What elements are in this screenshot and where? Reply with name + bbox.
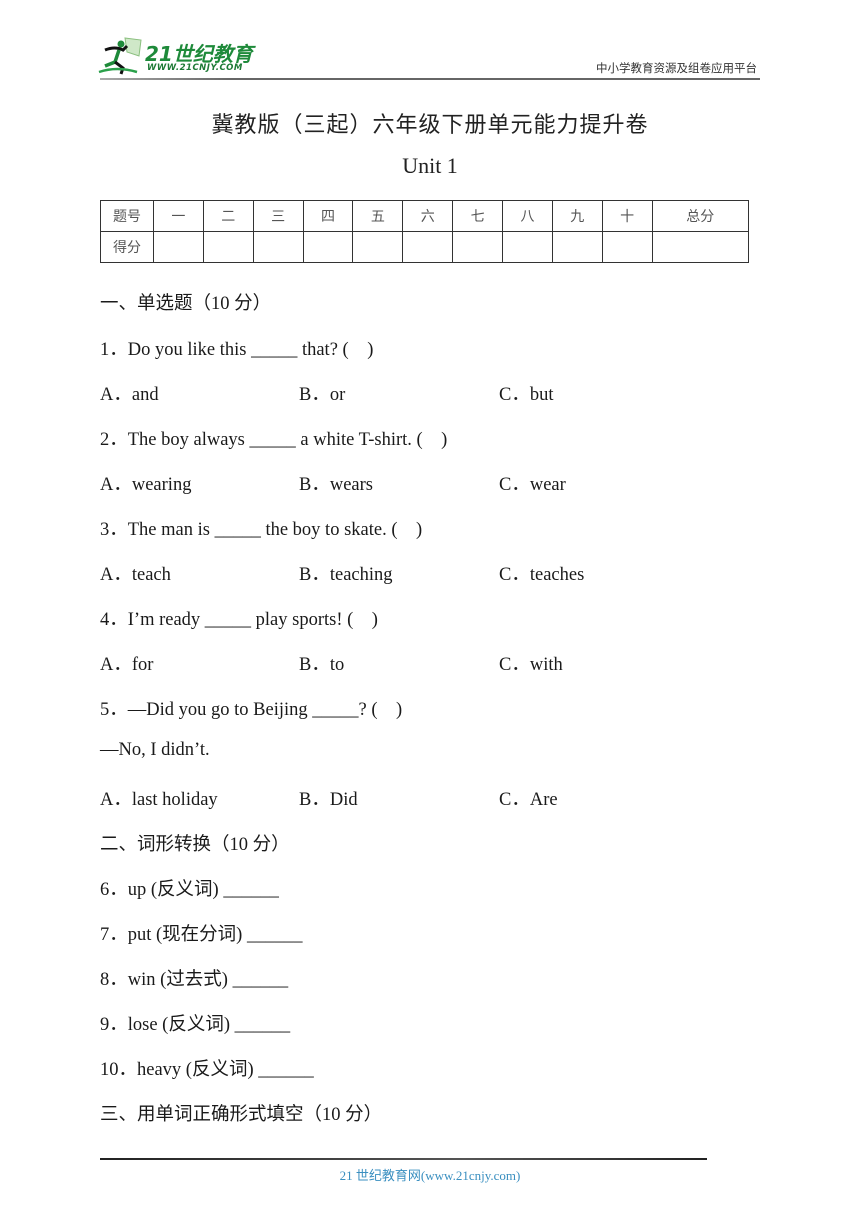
question-text: 7．put (现在分词) ______ [100, 925, 303, 945]
score-table-col: 十 [601, 200, 653, 232]
option-c: C．with [499, 655, 563, 675]
option-b: B．teaching [299, 565, 393, 585]
score-table-col: 七 [452, 200, 504, 232]
score-cell [601, 231, 653, 263]
question-text: 3．The man is _____ the boy to skate. ( ) [100, 520, 423, 540]
score-cell [202, 231, 254, 263]
page-subtitle: Unit 1 [402, 153, 458, 178]
question-text: 2．The boy always _____ a white T-shirt. … [100, 430, 448, 450]
score-table-header-row: 题号 一 二 三 四 五 六 七 八 九 十 总分 [100, 200, 750, 232]
header-divider [100, 78, 760, 80]
question-text: 1．Do you like this _____ that? ( ) [100, 340, 374, 360]
question-text: 5．—Did you go to Beijing _____? ( ) [100, 700, 403, 720]
score-table-col: 九 [551, 200, 603, 232]
page-title: 冀教版（三起）六年级下册单元能力提升卷 [211, 112, 649, 137]
question-text: 9．lose (反义词) ______ [100, 1015, 291, 1035]
page-header: 21世纪教育 WWW.21CNJY.COM 中小学教育资源及组卷应用平台 [95, 36, 760, 80]
score-cell [302, 231, 354, 263]
option-c: C．teaches [499, 565, 585, 585]
score-cell [352, 231, 404, 263]
section-heading: 三、用单词正确形式填空（10 分） [100, 1105, 383, 1125]
score-cell [153, 231, 204, 263]
score-table-col: 八 [502, 200, 553, 232]
option-c: C．wear [499, 475, 566, 495]
score-cell [551, 231, 603, 263]
question-text: 8．win (过去式) ______ [100, 970, 289, 990]
option-b: B．or [299, 385, 346, 405]
score-table-score-row: 得分 [100, 231, 750, 263]
score-cell [452, 231, 504, 263]
logo: 21世纪教育 WWW.21CNJY.COM [95, 36, 265, 76]
running-figure-icon [98, 37, 142, 75]
score-table: 题号 一 二 三 四 五 六 七 八 九 十 总分 得分 [100, 200, 750, 263]
option-a: A．and [100, 385, 159, 405]
option-a: A．last holiday [100, 790, 218, 810]
score-table-col: 一 [153, 200, 204, 232]
option-c: C．Are [499, 790, 558, 810]
score-table-col: 二 [202, 200, 254, 232]
section-heading: 一、单选题（10 分） [100, 294, 272, 314]
option-b: B．to [299, 655, 345, 675]
question-text: 10．heavy (反义词) ______ [100, 1060, 314, 1080]
question-text: 4．I’m ready _____ play sports! ( ) [100, 610, 378, 630]
score-cell [502, 231, 553, 263]
score-table-col: 五 [352, 200, 404, 232]
platform-tagline: 中小学教育资源及组卷应用平台 [596, 61, 757, 75]
option-b: B．wears [299, 475, 373, 495]
footer-divider [100, 1158, 707, 1160]
option-c: C．but [499, 385, 554, 405]
score-table-col: 四 [302, 200, 354, 232]
score-table-col: 三 [252, 200, 304, 232]
score-table-row-label: 题号 [100, 200, 154, 232]
option-b: B．Did [299, 790, 358, 810]
question-text: 6．up (反义词) ______ [100, 880, 279, 900]
score-cell [402, 231, 454, 263]
score-cell [252, 231, 304, 263]
score-cell [651, 231, 750, 263]
option-a: A．wearing [100, 475, 192, 495]
score-table-col: 总分 [651, 200, 750, 232]
option-a: A．teach [100, 565, 171, 585]
score-table-row-label: 得分 [100, 231, 154, 263]
option-a: A．for [100, 655, 154, 675]
logo-url: WWW.21CNJY.COM [147, 63, 243, 73]
section-heading: 二、词形转换（10 分） [100, 835, 290, 855]
score-table-col: 六 [402, 200, 454, 232]
question-dialogue: —No, I didn’t. [100, 740, 210, 760]
footer-link[interactable]: 21 世纪教育网(www.21cnjy.com) [0, 1165, 860, 1184]
